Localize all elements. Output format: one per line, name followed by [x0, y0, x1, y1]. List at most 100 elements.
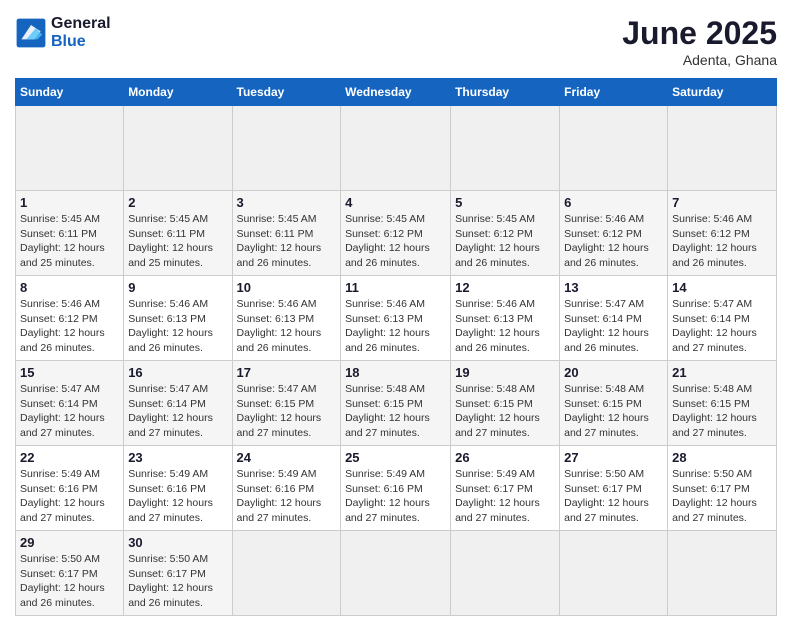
- calendar-cell: 19 Sunrise: 5:48 AM Sunset: 6:15 PM Dayl…: [451, 361, 560, 446]
- page-header: General Blue June 2025 Adenta, Ghana: [15, 15, 777, 68]
- calendar-cell: [560, 106, 668, 191]
- day-number: 30: [128, 535, 227, 550]
- calendar-cell: 12 Sunrise: 5:46 AM Sunset: 6:13 PM Dayl…: [451, 276, 560, 361]
- calendar-cell: [16, 106, 124, 191]
- calendar-cell: [668, 106, 777, 191]
- calendar-cell: 15 Sunrise: 5:47 AM Sunset: 6:14 PM Dayl…: [16, 361, 124, 446]
- col-header-wednesday: Wednesday: [341, 79, 451, 106]
- calendar-cell: [451, 106, 560, 191]
- day-info: Sunrise: 5:48 AM Sunset: 6:15 PM Dayligh…: [564, 382, 663, 441]
- calendar-table: SundayMondayTuesdayWednesdayThursdayFrid…: [15, 78, 777, 616]
- day-number: 13: [564, 280, 663, 295]
- day-number: 26: [455, 450, 555, 465]
- col-header-saturday: Saturday: [668, 79, 777, 106]
- calendar-cell: 3 Sunrise: 5:45 AM Sunset: 6:11 PM Dayli…: [232, 191, 341, 276]
- calendar-cell: [232, 531, 341, 616]
- day-info: Sunrise: 5:48 AM Sunset: 6:15 PM Dayligh…: [672, 382, 772, 441]
- day-number: 4: [345, 195, 446, 210]
- day-number: 16: [128, 365, 227, 380]
- calendar-cell: [668, 531, 777, 616]
- calendar-cell: 5 Sunrise: 5:45 AM Sunset: 6:12 PM Dayli…: [451, 191, 560, 276]
- day-info: Sunrise: 5:49 AM Sunset: 6:16 PM Dayligh…: [237, 467, 337, 526]
- day-number: 25: [345, 450, 446, 465]
- day-info: Sunrise: 5:47 AM Sunset: 6:14 PM Dayligh…: [564, 297, 663, 356]
- calendar-cell: 7 Sunrise: 5:46 AM Sunset: 6:12 PM Dayli…: [668, 191, 777, 276]
- month-title: June 2025: [622, 15, 777, 52]
- day-info: Sunrise: 5:50 AM Sunset: 6:17 PM Dayligh…: [20, 552, 119, 611]
- day-number: 1: [20, 195, 119, 210]
- calendar-cell: 11 Sunrise: 5:46 AM Sunset: 6:13 PM Dayl…: [341, 276, 451, 361]
- col-header-sunday: Sunday: [16, 79, 124, 106]
- day-info: Sunrise: 5:45 AM Sunset: 6:11 PM Dayligh…: [237, 212, 337, 271]
- day-info: Sunrise: 5:47 AM Sunset: 6:14 PM Dayligh…: [128, 382, 227, 441]
- calendar-week-1: [16, 106, 777, 191]
- col-header-thursday: Thursday: [451, 79, 560, 106]
- day-number: 29: [20, 535, 119, 550]
- day-info: Sunrise: 5:47 AM Sunset: 6:14 PM Dayligh…: [672, 297, 772, 356]
- day-info: Sunrise: 5:49 AM Sunset: 6:16 PM Dayligh…: [20, 467, 119, 526]
- day-number: 22: [20, 450, 119, 465]
- calendar-week-3: 8 Sunrise: 5:46 AM Sunset: 6:12 PM Dayli…: [16, 276, 777, 361]
- day-info: Sunrise: 5:50 AM Sunset: 6:17 PM Dayligh…: [672, 467, 772, 526]
- calendar-cell: 17 Sunrise: 5:47 AM Sunset: 6:15 PM Dayl…: [232, 361, 341, 446]
- calendar-cell: 9 Sunrise: 5:46 AM Sunset: 6:13 PM Dayli…: [124, 276, 232, 361]
- header-row: SundayMondayTuesdayWednesdayThursdayFrid…: [16, 79, 777, 106]
- day-number: 17: [237, 365, 337, 380]
- day-number: 2: [128, 195, 227, 210]
- calendar-cell: 22 Sunrise: 5:49 AM Sunset: 6:16 PM Dayl…: [16, 446, 124, 531]
- calendar-cell: 14 Sunrise: 5:47 AM Sunset: 6:14 PM Dayl…: [668, 276, 777, 361]
- day-number: 21: [672, 365, 772, 380]
- day-info: Sunrise: 5:46 AM Sunset: 6:12 PM Dayligh…: [672, 212, 772, 271]
- calendar-week-6: 29 Sunrise: 5:50 AM Sunset: 6:17 PM Dayl…: [16, 531, 777, 616]
- calendar-cell: 13 Sunrise: 5:47 AM Sunset: 6:14 PM Dayl…: [560, 276, 668, 361]
- day-info: Sunrise: 5:46 AM Sunset: 6:12 PM Dayligh…: [564, 212, 663, 271]
- day-info: Sunrise: 5:46 AM Sunset: 6:12 PM Dayligh…: [20, 297, 119, 356]
- day-number: 5: [455, 195, 555, 210]
- calendar-cell: 26 Sunrise: 5:49 AM Sunset: 6:17 PM Dayl…: [451, 446, 560, 531]
- calendar-cell: 2 Sunrise: 5:45 AM Sunset: 6:11 PM Dayli…: [124, 191, 232, 276]
- day-info: Sunrise: 5:46 AM Sunset: 6:13 PM Dayligh…: [128, 297, 227, 356]
- calendar-cell: 25 Sunrise: 5:49 AM Sunset: 6:16 PM Dayl…: [341, 446, 451, 531]
- calendar-cell: 28 Sunrise: 5:50 AM Sunset: 6:17 PM Dayl…: [668, 446, 777, 531]
- calendar-cell: 10 Sunrise: 5:46 AM Sunset: 6:13 PM Dayl…: [232, 276, 341, 361]
- day-number: 28: [672, 450, 772, 465]
- calendar-cell: 16 Sunrise: 5:47 AM Sunset: 6:14 PM Dayl…: [124, 361, 232, 446]
- calendar-week-2: 1 Sunrise: 5:45 AM Sunset: 6:11 PM Dayli…: [16, 191, 777, 276]
- day-info: Sunrise: 5:48 AM Sunset: 6:15 PM Dayligh…: [455, 382, 555, 441]
- day-number: 12: [455, 280, 555, 295]
- day-info: Sunrise: 5:45 AM Sunset: 6:12 PM Dayligh…: [345, 212, 446, 271]
- calendar-cell: 18 Sunrise: 5:48 AM Sunset: 6:15 PM Dayl…: [341, 361, 451, 446]
- calendar-cell: 29 Sunrise: 5:50 AM Sunset: 6:17 PM Dayl…: [16, 531, 124, 616]
- logo-icon: [15, 17, 47, 49]
- calendar-cell: [451, 531, 560, 616]
- calendar-cell: [232, 106, 341, 191]
- day-number: 3: [237, 195, 337, 210]
- calendar-cell: 23 Sunrise: 5:49 AM Sunset: 6:16 PM Dayl…: [124, 446, 232, 531]
- day-info: Sunrise: 5:45 AM Sunset: 6:12 PM Dayligh…: [455, 212, 555, 271]
- day-number: 8: [20, 280, 119, 295]
- day-info: Sunrise: 5:47 AM Sunset: 6:14 PM Dayligh…: [20, 382, 119, 441]
- day-number: 7: [672, 195, 772, 210]
- calendar-cell: 1 Sunrise: 5:45 AM Sunset: 6:11 PM Dayli…: [16, 191, 124, 276]
- day-info: Sunrise: 5:50 AM Sunset: 6:17 PM Dayligh…: [564, 467, 663, 526]
- col-header-friday: Friday: [560, 79, 668, 106]
- calendar-cell: 6 Sunrise: 5:46 AM Sunset: 6:12 PM Dayli…: [560, 191, 668, 276]
- logo-text: General Blue: [51, 15, 111, 51]
- day-number: 27: [564, 450, 663, 465]
- day-number: 20: [564, 365, 663, 380]
- day-info: Sunrise: 5:49 AM Sunset: 6:16 PM Dayligh…: [128, 467, 227, 526]
- day-number: 18: [345, 365, 446, 380]
- calendar-cell: 8 Sunrise: 5:46 AM Sunset: 6:12 PM Dayli…: [16, 276, 124, 361]
- day-info: Sunrise: 5:45 AM Sunset: 6:11 PM Dayligh…: [20, 212, 119, 271]
- calendar-cell: 24 Sunrise: 5:49 AM Sunset: 6:16 PM Dayl…: [232, 446, 341, 531]
- day-number: 24: [237, 450, 337, 465]
- calendar-cell: [341, 531, 451, 616]
- day-number: 11: [345, 280, 446, 295]
- day-info: Sunrise: 5:48 AM Sunset: 6:15 PM Dayligh…: [345, 382, 446, 441]
- day-number: 14: [672, 280, 772, 295]
- day-number: 10: [237, 280, 337, 295]
- calendar-cell: 30 Sunrise: 5:50 AM Sunset: 6:17 PM Dayl…: [124, 531, 232, 616]
- calendar-cell: [124, 106, 232, 191]
- title-block: June 2025 Adenta, Ghana: [622, 15, 777, 68]
- calendar-cell: 21 Sunrise: 5:48 AM Sunset: 6:15 PM Dayl…: [668, 361, 777, 446]
